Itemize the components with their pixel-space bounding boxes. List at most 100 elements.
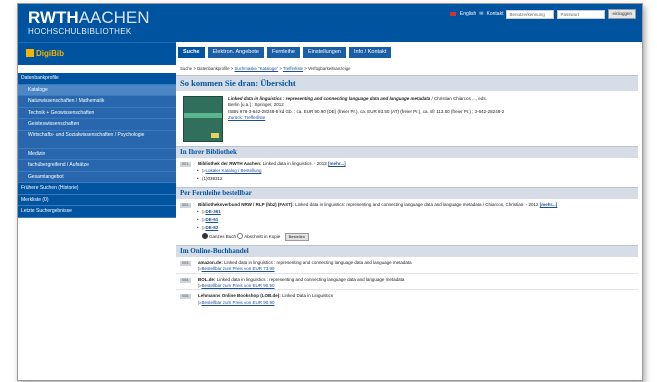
logo-rwth: RWTH (28, 8, 79, 27)
breadcrumb: Suche > Datenbankprofile > Suchmaske "Ka… (176, 64, 642, 73)
shop-price-bol: ▷Bestellbar zum Preis von EUR 90.90 (176, 283, 638, 291)
tab-einstellungen[interactable]: Einstellungen (302, 47, 346, 58)
fernleihe-text: Linked data in linguistics: representing… (293, 202, 540, 207)
order-button[interactable]: Bestellen (284, 232, 310, 241)
flag-icon (449, 12, 456, 16)
digibib-bar: DigiBib (18, 42, 176, 65)
price-link[interactable]: Bestellbar zum Preis von EUR 73.99 (201, 266, 274, 271)
library-link-de82[interactable]: DE-82 (205, 225, 218, 230)
main-nav: Suche Elektron. Angebote Fernleihe Einst… (176, 42, 642, 64)
logo-aachen: AACHEN (78, 8, 150, 27)
sidebar-item-letzte-suchergebnisse[interactable]: Letzte Suchergebnisse (18, 206, 176, 218)
price-link[interactable]: Bestellbar zum Preis von EUR 90.90 (201, 300, 274, 305)
logo-subtitle: HOCHSCHULBIBLIOTHEK (28, 27, 132, 36)
radio-whole-book-label: Ganzes Buch (209, 233, 237, 239)
overview-heading: So kommen Sie dran: Übersicht (176, 75, 638, 91)
sidebar-item-gesamtangebot[interactable]: Gesamtangebot (18, 171, 176, 183)
shop-text: Linked data in linguistics : representin… (215, 276, 405, 282)
logo-line1: RWTHAACHEN (28, 9, 150, 26)
tab-info-kontakt[interactable]: Info / Kontakt (348, 47, 392, 58)
radio-copy-label: Abschnitt in Kopie (244, 233, 281, 239)
library-more-link[interactable]: [mehr...] (328, 161, 346, 166)
browser-window: RWTHAACHEN HOCHSCHULBIBLIOTHEK English ✉… (17, 3, 643, 381)
sidebar-item-medizin[interactable]: Medizin (18, 148, 176, 160)
overview-record: Linked data in linguistics : representin… (228, 96, 633, 122)
shop-text: Linked data in linguistics : representin… (222, 259, 412, 265)
breadcrumb-sep: > (279, 66, 282, 71)
record-author: / Christian Chiarcos ..., eds. (430, 96, 487, 101)
sidebar-item-technik[interactable]: Technik + Geowissenschaften (18, 107, 176, 119)
password-field[interactable]: Passwort (557, 9, 606, 19)
sidebar-item-kataloge[interactable]: Kataloge (18, 84, 176, 96)
record-title: Linked data in linguistics : representin… (228, 96, 431, 101)
shop-entry-bol: 004. BOL.de: Linked data in linguistics … (176, 277, 638, 283)
language-link[interactable]: English (460, 11, 476, 17)
order-options: Ganzes Buch Abschnitt in Kopie Bestellen (176, 232, 638, 241)
entry-number: 004. (180, 277, 192, 283)
shop-text: Linked Data in Linguistics (280, 293, 334, 299)
sidebar-item-datenbankprofile[interactable]: Datenbankprofile (18, 73, 176, 85)
price-link[interactable]: Bestellbar zum Preis von EUR 90.90 (201, 283, 274, 288)
entry-number: 003. (180, 260, 192, 266)
library-name: Bibliothek der RWTH Aachen: (198, 161, 262, 166)
sidebar-item-geisteswissenschaften[interactable]: Geisteswissenschaften (18, 119, 176, 131)
fernleihe-more-link[interactable]: [mehr...] (540, 202, 558, 207)
shop-price-lob: ▷Bestellbar zum Preis von EUR 90.90 (176, 300, 638, 306)
tab-fernleihe[interactable]: Fernleihe (267, 47, 300, 58)
list-item: ▷DE-61 (197, 216, 638, 224)
contact-link[interactable]: Kontakt (487, 11, 504, 17)
contact-icon: ✉ (479, 11, 484, 17)
top-header: RWTHAACHEN HOCHSCHULBIBLIOTHEK English ✉… (18, 4, 642, 42)
rwth-logo[interactable]: RWTHAACHEN HOCHSCHULBIBLIOTHEK (28, 9, 150, 36)
signature: (1)038312 (197, 175, 638, 183)
online-heading: Im Online-Buchhandel (176, 244, 638, 257)
library-heading: In Ihrer Bibliothek (176, 146, 638, 158)
shop-price-amazon: ▷Bestellbar zum Preis von EUR 73.99 (176, 266, 638, 274)
digibib-logo[interactable]: DigiBib (26, 49, 64, 58)
digibib-logo-text: DigiBib (36, 49, 64, 58)
cover-logo (211, 133, 219, 138)
breadcrumb-link-suchmaske[interactable]: Suchmaske "Kataloge" (234, 66, 278, 71)
fernleihe-heading: Per Fernleihe bestellbar (176, 187, 638, 199)
tab-suche[interactable]: Suche (178, 47, 205, 58)
fernleihe-name: Bibliotheksverbund NRW / RLP (hbz) (FAST… (198, 202, 294, 207)
login-tools: English ✉ Kontakt Benutzerkennung Passwo… (449, 9, 636, 19)
list-item: ▷Lokaler Katalog / Bestellung (197, 167, 638, 175)
shop-name: amazon.de: (198, 259, 223, 265)
overview-panel: Linked data in linguistics : representin… (176, 91, 638, 146)
sidebar-item-wirtschaft[interactable]: Wirtschafts- und Sozialwissenschaften / … (18, 130, 176, 149)
breadcrumb-start: Suche > Datenbankprofile > (180, 66, 234, 71)
sidebar: Datenbankprofile Kataloge Naturwissensch… (18, 73, 176, 380)
breadcrumb-end: > Verfügbarkeitsanzeige (304, 66, 351, 71)
main-content: So kommen Sie dran: Übersicht Linked dat… (176, 75, 638, 380)
entry-number: 005. (180, 294, 192, 300)
nav-tabs: Suche Elektron. Angebote Fernleihe Einst… (178, 47, 392, 58)
radio-copy[interactable] (237, 232, 244, 239)
login-button[interactable]: einloggen (608, 9, 636, 19)
library-link-de361[interactable]: DE-361 (205, 209, 220, 214)
library-details: ▷Lokaler Katalog / Bestellung (1)038312 (176, 167, 638, 183)
library-link-de61[interactable]: DE-61 (205, 217, 218, 222)
sidebar-item-historie[interactable]: Frühere Suchen (Historie) (18, 183, 176, 195)
shop-name: BOL.de: (198, 276, 216, 282)
sidebar-item-naturwissenschaften[interactable]: Naturwissenschaften / Mathematik (18, 96, 176, 108)
digibib-logo-icon (26, 49, 34, 57)
username-field[interactable]: Benutzerkennung (506, 9, 555, 19)
page: RWTHAACHEN HOCHSCHULBIBLIOTHEK English ✉… (0, 0, 657, 382)
breadcrumb-link-trefferliste[interactable]: Trefferliste (283, 66, 303, 71)
shop-entry-lob: 005. Lehmanns Online Bookshop (LOB.de): … (176, 293, 638, 300)
entry-number: 002. (180, 203, 192, 208)
sidebar-item-merkliste[interactable]: Merkliste (0) (18, 194, 176, 206)
back-to-results-link[interactable]: Zurück: Trefferliste (228, 115, 633, 121)
library-text: Linked data in linguistics. - 2012 (261, 161, 329, 166)
fernleihe-library-list: ▷DE-361 ▷DE-61 ▷DE-82 (176, 208, 638, 231)
local-catalog-link[interactable]: Lokaler Katalog / Bestellung (205, 168, 261, 173)
shop-entry-amazon: 003. amazon.de: Linked data in linguisti… (176, 260, 638, 266)
radio-whole-book[interactable] (202, 232, 208, 239)
sidebar-item-fachuebergreifend[interactable]: fachübergreifend / Aufsätze (18, 160, 176, 172)
book-cover (183, 96, 223, 142)
shop-name: Lehmanns Online Bookshop (LOB.de): (198, 293, 281, 299)
tab-elektron-angebote[interactable]: Elektron. Angebote (207, 47, 264, 58)
cover-stripe (184, 113, 222, 118)
list-item: ▷DE-82 (197, 224, 638, 232)
